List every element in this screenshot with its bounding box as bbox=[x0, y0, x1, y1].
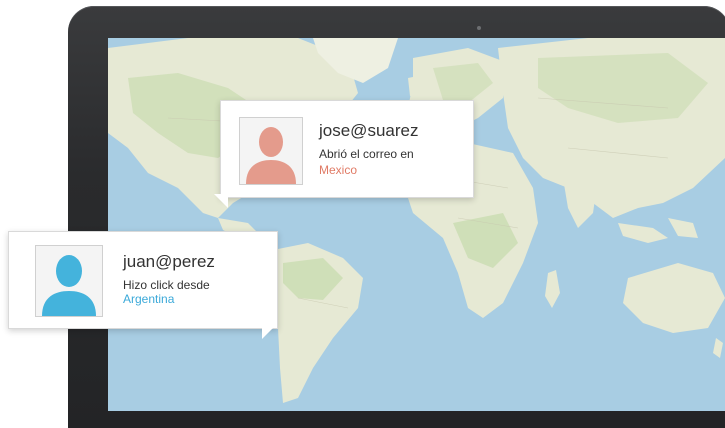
person-silhouette-icon bbox=[246, 127, 296, 184]
activity-popup-juan[interactable]: juan@perez Hizo click desde Argentina bbox=[8, 231, 278, 329]
popup-username: juan@perez bbox=[123, 252, 215, 271]
popup-action-text: Hizo click desde bbox=[123, 278, 210, 292]
world-map bbox=[108, 38, 725, 411]
person-silhouette-icon bbox=[42, 255, 96, 316]
webcam-dot bbox=[477, 26, 481, 30]
popup-username: jose@suarez bbox=[319, 121, 419, 140]
popup-location: Argentina bbox=[123, 292, 175, 306]
activity-popup-jose[interactable]: jose@suarez Abrió el correo en Mexico bbox=[220, 100, 474, 198]
avatar bbox=[35, 245, 103, 317]
popup-pointer bbox=[214, 194, 228, 208]
popup-action-text: Abrió el correo en bbox=[319, 147, 414, 161]
popup-pointer bbox=[262, 325, 276, 339]
avatar bbox=[239, 117, 303, 185]
popup-location: Mexico bbox=[319, 163, 358, 177]
